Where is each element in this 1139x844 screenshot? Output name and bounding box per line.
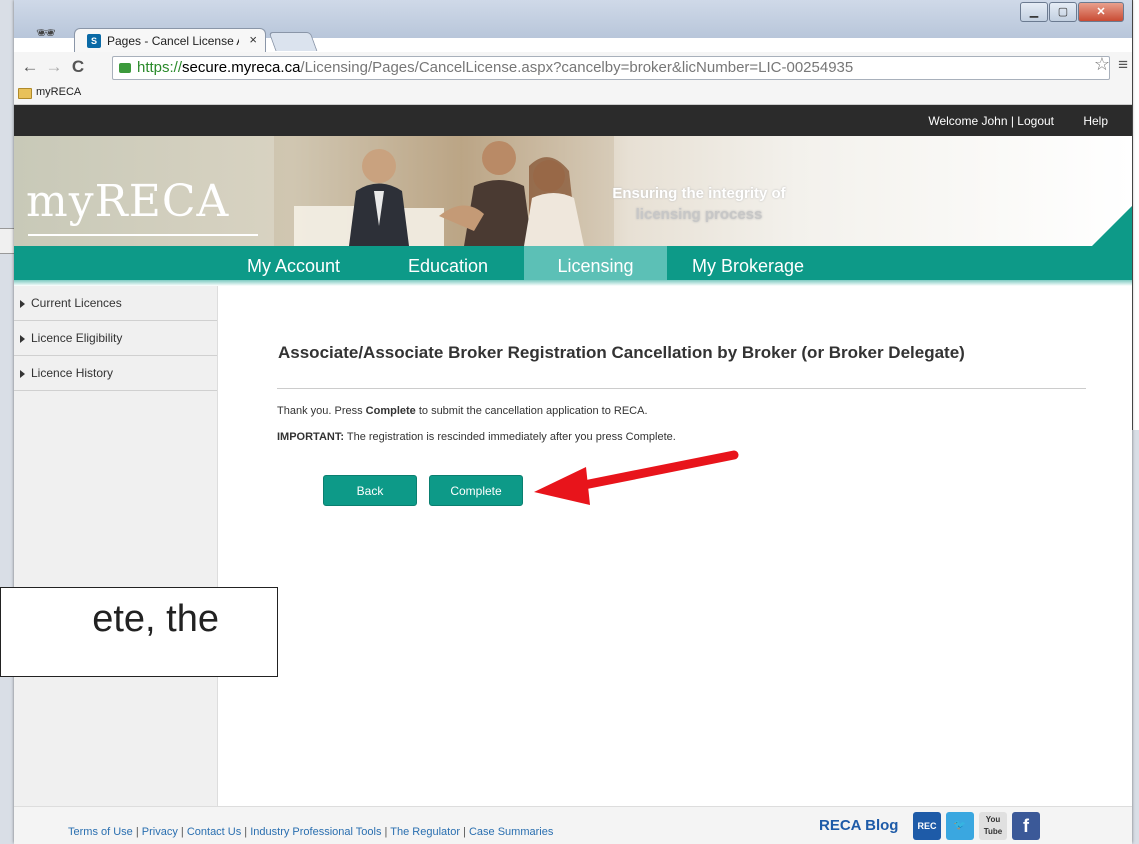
close-window-icon[interactable]: ✕	[1078, 2, 1124, 22]
help-link[interactable]: Help	[1083, 114, 1108, 128]
logo-underline	[28, 234, 258, 236]
welcome-logout-link[interactable]: Welcome John | Logout	[928, 114, 1054, 128]
page-title: Associate/Associate Broker Registration …	[278, 343, 965, 362]
sidebar-item-current-licences[interactable]: Current Licences	[14, 286, 217, 321]
nav-licensing[interactable]: Licensing	[524, 246, 667, 280]
maximize-icon[interactable]: ▢	[1049, 2, 1077, 22]
instruction-text-bold: Complete	[365, 405, 416, 417]
sidebar-item-licence-history[interactable]: Licence History	[14, 356, 217, 391]
new-tab-button[interactable]	[268, 32, 318, 51]
browser-window: 🕶 S Pages - Cancel License Ap × ▁ ▢ ✕ ← …	[14, 0, 1132, 844]
bookmark-folder-myreca[interactable]: myRECA	[36, 86, 81, 98]
sidebar: Current Licences Licence Eligibility Lic…	[14, 286, 218, 806]
sidebar-item-label: Current Licences	[31, 296, 122, 310]
title-divider	[277, 388, 1086, 389]
nav-my-brokerage[interactable]: My Brokerage	[692, 246, 832, 280]
back-arrow-icon[interactable]: ←	[20, 56, 40, 78]
nav-my-account[interactable]: My Account	[247, 246, 357, 280]
banner-photo	[274, 136, 614, 246]
sidebar-item-licence-eligibility[interactable]: Licence Eligibility	[14, 321, 217, 356]
browser-tab[interactable]: S Pages - Cancel License Ap ×	[74, 28, 266, 53]
reca-blog-link[interactable]: RECA Blog	[819, 817, 898, 834]
minimize-icon[interactable]: ▁	[1020, 2, 1048, 22]
url-scheme: https://	[137, 59, 183, 76]
banner-corner-accent	[1092, 206, 1132, 246]
bookmarks-bar: myRECA	[14, 82, 1132, 105]
site-banner: myRECA Ensuring the integrity of licensi…	[14, 136, 1132, 246]
sidebar-item-label: Licence History	[31, 366, 114, 380]
tab-title: Pages - Cancel License Ap	[107, 34, 239, 48]
footer-link-regulator[interactable]: The Regulator	[390, 826, 460, 838]
caret-right-icon	[20, 334, 25, 343]
incognito-icon: 🕶	[35, 25, 57, 42]
footer-link-industry-tools[interactable]: Industry Professional Tools	[250, 826, 381, 838]
main-nav: My Account Education Licensing My Broker…	[14, 246, 1132, 280]
site-topbar: Welcome John | Logout Help	[14, 105, 1132, 136]
background-window-edge	[1132, 0, 1139, 430]
star-icon[interactable]: ☆	[1094, 54, 1110, 75]
caret-right-icon	[20, 299, 25, 308]
close-tab-icon[interactable]: ×	[249, 32, 257, 47]
footer-link-contact[interactable]: Contact Us	[187, 826, 241, 838]
red-arrow-annotation	[534, 450, 739, 505]
complete-button[interactable]: Complete	[429, 475, 523, 506]
footer-link-privacy[interactable]: Privacy	[142, 826, 178, 838]
facebook-icon[interactable]: f	[1012, 812, 1040, 840]
banner-tagline: Ensuring the integrity of licensing proc…	[574, 183, 824, 225]
sidebar-item-label: Licence Eligibility	[31, 331, 123, 345]
important-notice: IMPORTANT: The registration is rescinded…	[277, 431, 676, 443]
sharepoint-favicon-icon: S	[87, 34, 101, 48]
footer-link-case-summaries[interactable]: Case Summaries	[469, 826, 553, 838]
reload-icon[interactable]: C	[68, 56, 88, 78]
address-bar[interactable]: https://secure.myreca.ca/Licensing/Pages…	[112, 56, 1110, 80]
important-label: IMPORTANT:	[277, 431, 345, 443]
reca-blog-icon[interactable]: REC	[913, 812, 941, 840]
important-text: The registration is rescinded immediatel…	[344, 431, 676, 443]
folder-icon	[18, 88, 32, 99]
url-path: /Licensing/Pages/CancelLicense.aspx?canc…	[300, 59, 854, 76]
window-controls: ▁ ▢ ✕	[1020, 2, 1124, 22]
web-page: Welcome John | Logout Help myRECA Ensuri…	[14, 105, 1132, 844]
instruction-text-pre: Thank you. Press	[277, 405, 366, 417]
menu-icon[interactable]: ≡	[1118, 55, 1128, 75]
lock-icon	[119, 63, 131, 74]
forward-arrow-icon[interactable]: →	[44, 56, 64, 78]
nav-education[interactable]: Education	[408, 246, 508, 280]
tagline-line-2: licensing process	[635, 206, 763, 223]
browser-toolbar: ← → C https://secure.myreca.ca/Licensing…	[14, 52, 1132, 82]
site-footer: Terms of Use | Privacy | Contact Us | In…	[14, 806, 1132, 844]
footer-link-terms[interactable]: Terms of Use	[68, 826, 133, 838]
url-host: secure.myreca.ca	[182, 59, 301, 76]
instruction-text-post: to submit the cancellation application t…	[415, 405, 648, 417]
background-window-edge	[0, 228, 14, 254]
caret-right-icon	[20, 369, 25, 378]
overlay-caption-text: ete, the	[92, 598, 219, 640]
footer-links: Terms of Use | Privacy | Contact Us | In…	[68, 826, 554, 838]
instruction-text: Thank you. Press Complete to submit the …	[277, 405, 648, 417]
back-button[interactable]: Back	[323, 475, 417, 506]
tagline-line-1: Ensuring the integrity of	[612, 185, 786, 202]
twitter-icon[interactable]: 🐦	[946, 812, 974, 840]
site-logo[interactable]: myRECA	[26, 176, 229, 227]
overlay-caption-box: ete, the	[0, 587, 278, 677]
youtube-icon[interactable]: You Tube	[979, 812, 1007, 840]
